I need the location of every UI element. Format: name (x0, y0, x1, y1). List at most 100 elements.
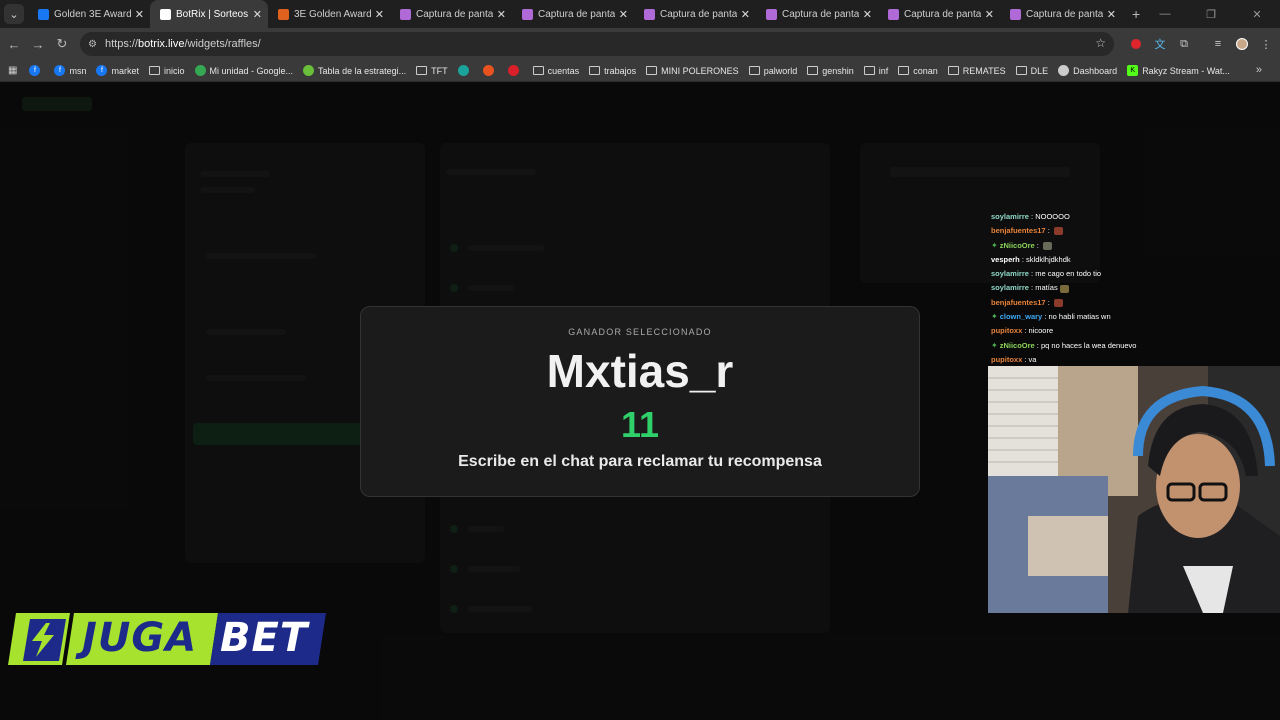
more-bookmarks-icon[interactable]: » (1256, 64, 1262, 76)
tab-title: Captura de pantalla p (782, 8, 859, 20)
bookmark-item[interactable]: DLE (1015, 66, 1048, 76)
browser-tab[interactable]: Captura de pantalla p ✕ (390, 0, 512, 28)
bookmark-item[interactable]: f msn (54, 65, 86, 76)
back-icon[interactable]: ← (2, 37, 26, 52)
browser-tab[interactable]: Captura de pantalla p ✕ (512, 0, 634, 28)
bookmark-label: TFT (431, 65, 448, 76)
chat-username: soylamirre (991, 283, 1029, 293)
bookmark-item[interactable]: palworld (748, 66, 797, 76)
bookmark-label: MINI POLERONES (661, 65, 739, 76)
bookmark-item[interactable]: inf (863, 65, 889, 76)
tab-close-icon[interactable]: ✕ (497, 8, 506, 21)
chat-username: vesperh (991, 254, 1020, 264)
bookmark-item[interactable]: MINI POLERONES (646, 66, 739, 76)
bookmark-label: trabajos (604, 65, 637, 76)
new-tab-icon[interactable]: + (1132, 6, 1140, 22)
browser-tab[interactable]: Captura de pantalla p ✕ (756, 0, 878, 28)
tab-close-icon[interactable]: ✕ (741, 8, 750, 21)
restore-icon[interactable]: ❐ (1188, 8, 1234, 21)
browser-tab[interactable]: Captura de pantalla p ✕ (878, 0, 1000, 28)
tab-favicon-icon (38, 8, 49, 20)
chat-emote-icon (1042, 241, 1052, 250)
chat-badge-icon: ✦ (991, 340, 998, 350)
winner-name: Mxtias_r (546, 345, 734, 397)
bookmark-item[interactable]: cuentas (532, 66, 579, 76)
bookmark-item[interactable]: trabajos (589, 66, 636, 76)
folder-icon (148, 66, 160, 75)
chat-badge-icon: ✦ (991, 240, 998, 250)
bookmark-item[interactable]: Dashboard (1058, 65, 1117, 76)
extensions-puzzle-icon[interactable]: ⧉ (1172, 35, 1196, 53)
profile-avatar[interactable] (1230, 35, 1254, 53)
tab-title: Captura de pantalla p (538, 8, 615, 20)
tab-favicon-icon (160, 8, 171, 20)
teal-icon (457, 65, 469, 76)
site-settings-icon[interactable]: ⚙ (88, 39, 97, 50)
minimize-icon[interactable]: — (1142, 8, 1188, 20)
bookmark-item[interactable]: Mi unidad - Google... (194, 65, 293, 76)
chat-username: pupitoxx (991, 326, 1023, 336)
tab-close-icon[interactable]: ✕ (863, 8, 872, 21)
bookmark-item[interactable]: f (29, 65, 44, 76)
folder-icon (589, 66, 601, 75)
tab-close-icon[interactable]: ✕ (1107, 8, 1116, 21)
bookmark-item[interactable] (482, 65, 498, 76)
browser-tab[interactable]: 3E Golden Awards 20 ✕ (268, 0, 390, 28)
close-window-icon[interactable]: ✕ (1234, 8, 1280, 21)
tab-close-icon[interactable]: ✕ (375, 8, 384, 21)
menu-kebab-icon[interactable]: ⋮ (1254, 35, 1278, 53)
bookmark-item[interactable]: inicio (148, 66, 185, 76)
tab-close-icon[interactable]: ✕ (619, 8, 628, 21)
bookmark-item[interactable]: TFT (416, 66, 448, 76)
extension-translate-icon[interactable]: 文 (1148, 35, 1172, 53)
bookmark-item[interactable]: Tabla de la estrategi... (303, 65, 406, 76)
bookmark-item[interactable]: conan (898, 66, 938, 76)
chat-message: ✦ zNiicoOre : pq no haces la wea denuevo (991, 339, 1280, 353)
browser-tab[interactable]: Golden 3E Awards Es ✕ (28, 0, 150, 28)
folder-icon (898, 66, 910, 75)
jugabet-logo-text-juga: JUGA (82, 615, 198, 661)
bookmark-label: inf (878, 65, 889, 76)
forward-icon[interactable]: → (26, 37, 50, 52)
chat-text: matías (1035, 283, 1058, 293)
bookmark-star-icon[interactable]: ☆ (1095, 36, 1106, 50)
webcam-feed (988, 366, 1280, 613)
chat-username: pupitoxx (991, 354, 1023, 364)
folder-icon (416, 66, 428, 75)
bookmark-item[interactable] (507, 65, 523, 76)
tab-favicon-icon (888, 8, 899, 20)
chat-message: soylamirre : matías (991, 281, 1280, 295)
tab-search-icon[interactable]: ⌄ (4, 4, 24, 24)
tab-close-icon[interactable]: ✕ (985, 8, 994, 21)
stream-chat-overlay: soylamirre : NOOOOO benjafuentes17 : ✦ zNi… (991, 210, 1280, 367)
tab-close-icon[interactable]: ✕ (135, 8, 144, 21)
media-control-icon[interactable]: ≡ (1206, 35, 1230, 53)
window-controls: — ❐ ✕ (1142, 0, 1280, 28)
tab-favicon-icon (278, 8, 289, 20)
chat-message: soylamirre : me cago en todo tio (991, 267, 1280, 281)
bookmark-item[interactable]: K Rakyz Stream - Wat... (1127, 65, 1230, 76)
browser-tab[interactable]: Captura de pantalla p ✕ (1000, 0, 1122, 28)
chat-username: benjafuentes17 (991, 297, 1046, 307)
red-icon (507, 65, 519, 76)
chat-emote-icon (1053, 298, 1063, 307)
bookmark-label: genshin (822, 65, 854, 76)
bookmark-item[interactable]: REMATES (947, 66, 1006, 76)
bookmark-item[interactable]: f market (96, 65, 139, 76)
bookmark-label: msn (69, 65, 87, 76)
winner-modal: GANADOR SELECCIONADO Mxtias_r 11 Escribe… (360, 306, 920, 497)
jugabet-logo: JUGA BET (8, 611, 328, 667)
browser-tab[interactable]: Captura de pantalla p ✕ (634, 0, 756, 28)
extension-red-icon[interactable] (1124, 35, 1148, 53)
browser-tab[interactable]: BotRix | Sorteos ✕ (150, 0, 268, 28)
address-bar[interactable]: ⚙ https://botrix.live/widgets/raffles/ ☆ (80, 32, 1114, 56)
tab-close-icon[interactable]: ✕ (253, 8, 262, 21)
apps-grid-icon[interactable]: ▦ (8, 65, 17, 76)
bookmark-label: market (111, 65, 139, 76)
bookmark-item[interactable] (457, 65, 473, 76)
chat-username: soylamirre (991, 269, 1029, 279)
bookmark-item[interactable]: genshin (807, 66, 854, 76)
tab-favicon-icon (400, 8, 411, 20)
reload-icon[interactable]: ↻ (50, 36, 74, 52)
bookmark-label: Tabla de la estrategi... (318, 65, 407, 76)
